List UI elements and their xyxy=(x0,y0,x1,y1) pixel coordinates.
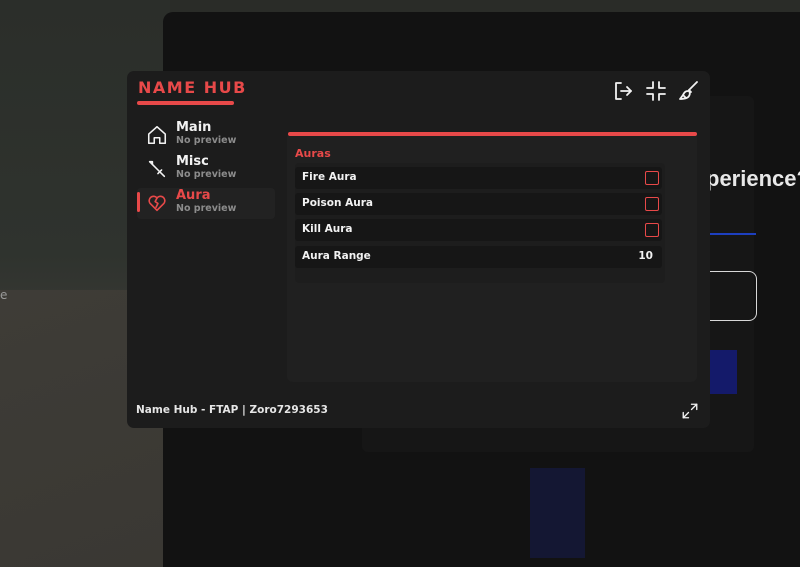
fire-aura-checkbox[interactable] xyxy=(645,171,659,185)
kill-aura-checkbox[interactable] xyxy=(645,223,659,237)
exit-icon[interactable] xyxy=(611,79,637,105)
hub-window: NAME HUB Main No preview Misc No preview… xyxy=(127,71,710,428)
sidebar-item-subtitle: No preview xyxy=(176,169,237,180)
background-edge-text: e xyxy=(0,288,8,302)
row-label: Aura Range xyxy=(302,250,371,262)
sidebar-item-aura[interactable]: Aura No preview xyxy=(137,188,275,219)
content-accent-bar xyxy=(288,132,697,136)
sidebar-item-subtitle: No preview xyxy=(176,203,237,214)
background-question-text: perience? xyxy=(706,166,800,191)
minimize-icon[interactable] xyxy=(644,79,670,105)
title-underline xyxy=(137,101,234,105)
sidebar-item-misc[interactable]: Misc No preview xyxy=(137,154,275,185)
home-icon xyxy=(146,124,168,146)
aura-range-row[interactable]: Aura Range 10 xyxy=(295,246,662,268)
section-title: Auras xyxy=(295,147,331,160)
sidebar-item-main[interactable]: Main No preview xyxy=(137,120,275,151)
toggle-poison-aura[interactable]: Poison Aura xyxy=(295,193,662,215)
footer-text: Name Hub - FTAP | Zoro7293653 xyxy=(136,404,328,416)
sidebar-item-label: Misc xyxy=(176,154,209,169)
toggle-kill-aura[interactable]: Kill Aura xyxy=(295,219,662,241)
paintbrush-icon[interactable] xyxy=(677,79,703,105)
aura-range-value: 10 xyxy=(638,250,653,262)
row-label: Fire Aura xyxy=(302,171,357,183)
row-label: Kill Aura xyxy=(302,223,353,235)
broken-heart-icon xyxy=(146,192,168,214)
background-blue-line xyxy=(706,233,756,235)
background-blue-block xyxy=(530,468,585,558)
row-label: Poison Aura xyxy=(302,197,373,209)
sidebar-item-label: Aura xyxy=(176,188,211,203)
hub-title: NAME HUB xyxy=(138,78,247,97)
sidebar-item-subtitle: No preview xyxy=(176,135,237,146)
toggle-fire-aura[interactable]: Fire Aura xyxy=(295,167,662,189)
active-indicator xyxy=(137,192,140,212)
sword-icon xyxy=(146,158,168,180)
expand-icon[interactable] xyxy=(681,402,701,422)
sidebar-item-label: Main xyxy=(176,120,212,135)
poison-aura-checkbox[interactable] xyxy=(645,197,659,211)
